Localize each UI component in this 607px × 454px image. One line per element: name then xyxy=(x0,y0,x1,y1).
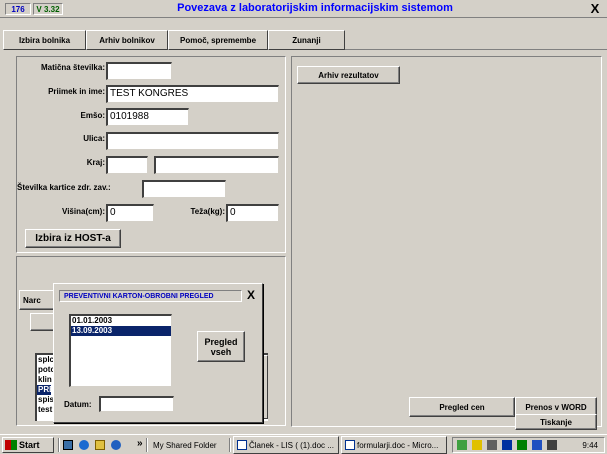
kraj-name-input[interactable] xyxy=(154,156,279,174)
izbira-host-button[interactable]: Izbira iz HOST-a xyxy=(25,229,121,248)
patient-form-panel: Matična številka: Priimek in ime: TEST K… xyxy=(16,56,286,253)
volume-icon[interactable] xyxy=(487,440,497,450)
pregled-vseh-button[interactable]: Pregled vseh xyxy=(197,331,245,362)
emso-input[interactable]: 0101988 xyxy=(106,108,189,126)
tiskanje-button[interactable]: Tiskanje xyxy=(515,414,597,430)
visina-input[interactable]: 0 xyxy=(106,204,154,222)
kraj-postal-input[interactable] xyxy=(106,156,148,174)
desktop-icon[interactable] xyxy=(63,440,73,450)
ulica-label: Ulica: xyxy=(83,134,105,143)
preventivni-karton-dialog: PREVENTIVNI KARTON-OBROBNI PREGLED X 01.… xyxy=(53,283,263,423)
media-icon[interactable] xyxy=(111,440,121,450)
word-doc-icon xyxy=(345,440,355,450)
date-item-selected[interactable]: 13.09.2003 xyxy=(71,326,171,336)
maticna-label: Matična številka: xyxy=(40,63,105,72)
menu-zunanji[interactable]: Zunanji xyxy=(268,30,345,50)
datum-input[interactable] xyxy=(99,396,174,412)
start-button[interactable]: Start xyxy=(2,437,54,453)
teza-label: Teža(kg): xyxy=(190,207,225,216)
record-number-badge: 176 xyxy=(5,3,31,15)
dialog-title: PREVENTIVNI KARTON-OBROBNI PREGLED xyxy=(64,292,214,300)
task-label: formularji.doc - Micro... xyxy=(357,440,439,450)
dialog-title-box: PREVENTIVNI KARTON-OBROBNI PREGLED xyxy=(59,290,242,302)
quicklaunch-separator xyxy=(58,438,60,452)
browser-icon[interactable] xyxy=(79,440,89,450)
date-item[interactable]: 01.01.2003 xyxy=(71,316,171,326)
clock: 9:44 xyxy=(582,440,598,450)
menu-arhiv-bolnikov[interactable]: Arhiv bolnikov xyxy=(86,30,168,50)
maticna-input[interactable] xyxy=(106,62,172,80)
task-formularji-doc[interactable]: formularji.doc - Micro... xyxy=(341,436,447,454)
task-clanek-doc[interactable]: Članek - LIS ( (1).doc ... xyxy=(233,436,339,454)
app-tray-icon[interactable] xyxy=(517,440,527,450)
menu-bar: Izbira bolnika Arhiv bolnikov Pomoč, spr… xyxy=(3,30,607,50)
security-icon[interactable] xyxy=(472,440,482,450)
window-title: Povezava z laboratorijskim informacijski… xyxy=(177,2,453,14)
list-item-selected[interactable]: PRE xyxy=(37,385,54,395)
right-panel: Arhiv rezultatov Pregled cen Prenos v WO… xyxy=(291,56,602,430)
network-icon[interactable] xyxy=(457,440,467,450)
ulica-input[interactable] xyxy=(106,132,279,150)
language-icon[interactable] xyxy=(502,440,512,450)
title-bar: 176 V 3.32 Povezava z laboratorijskim in… xyxy=(0,0,607,18)
quicklaunch-chevron[interactable]: » xyxy=(137,438,143,449)
my-shared-folder-label[interactable]: My Shared Folder xyxy=(150,436,230,454)
tasks-separator xyxy=(229,438,231,452)
emso-label: Emšo: xyxy=(80,111,105,120)
arhiv-rezultatov-button[interactable]: Arhiv rezultatov xyxy=(297,66,400,84)
version-badge: V 3.32 xyxy=(33,3,63,15)
visina-label: Višina(cm): xyxy=(62,207,105,216)
pregled-cen-button[interactable]: Pregled cen xyxy=(409,397,515,417)
dates-list[interactable]: 01.01.2003 13.09.2003 xyxy=(69,314,172,387)
calendar-tray-icon[interactable] xyxy=(532,440,542,450)
close-icon[interactable]: X xyxy=(587,1,603,17)
menu-pomoc-spremembe[interactable]: Pomoč, spremembe xyxy=(168,30,268,50)
folder-toolbar-separator xyxy=(146,438,148,452)
kraj-label: Kraj: xyxy=(86,158,105,167)
kartica-input[interactable] xyxy=(142,180,226,198)
priimek-label: Priimek in ime: xyxy=(48,87,105,96)
monitor-tray-icon[interactable] xyxy=(547,440,557,450)
task-label: Članek - LIS ( (1).doc ... xyxy=(249,440,334,450)
menu-izbira-bolnika[interactable]: Izbira bolnika xyxy=(3,30,86,50)
windows-logo-icon xyxy=(5,440,17,450)
outlook-icon[interactable] xyxy=(95,440,105,450)
word-doc-icon xyxy=(237,440,247,450)
kartica-label: Številka kartice zdr. zav.: xyxy=(17,183,111,192)
teza-input[interactable]: 0 xyxy=(226,204,279,222)
start-label: Start xyxy=(19,440,40,450)
dialog-close-icon[interactable]: X xyxy=(244,288,258,302)
system-tray: 9:44 xyxy=(452,437,605,453)
quicklaunch xyxy=(63,439,137,451)
taskbar: Start » My Shared Folder Članek - LIS ( … xyxy=(0,434,607,454)
priimek-input[interactable]: TEST KONGRES xyxy=(106,85,279,103)
datum-label: Datum: xyxy=(64,400,92,409)
